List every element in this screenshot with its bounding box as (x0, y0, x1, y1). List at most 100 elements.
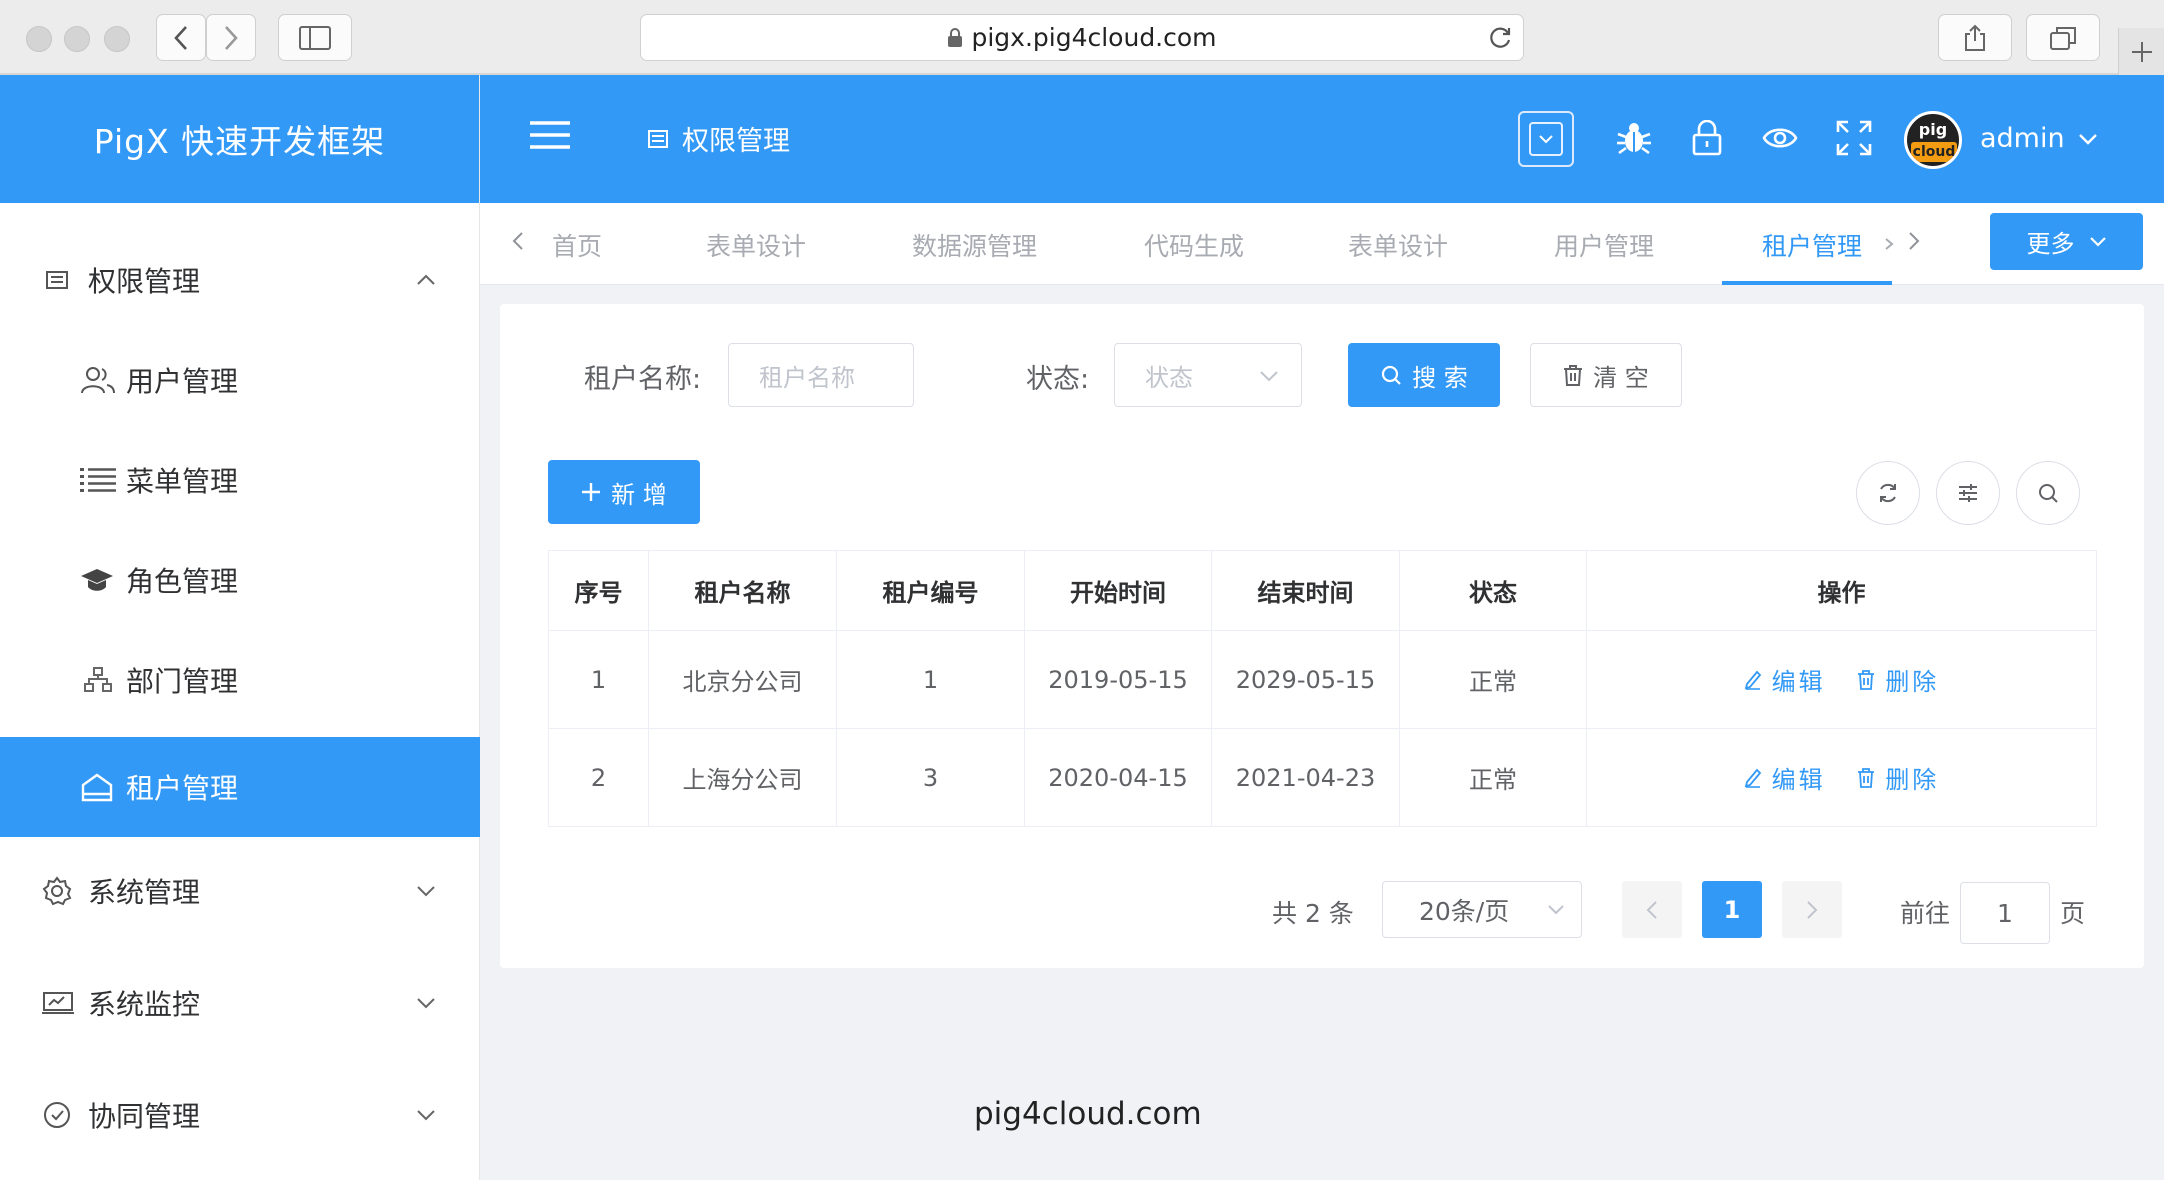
edit-button[interactable]: 编辑 (1744, 662, 1826, 697)
prev-page-button[interactable] (1622, 881, 1682, 938)
cell-actions: 编辑 删除 (1586, 630, 2097, 729)
plus-icon (582, 483, 601, 501)
goto-page-input[interactable]: 1 (1960, 882, 2050, 944)
tab-scroll-right-icon[interactable] (1908, 231, 1920, 251)
avatar-text-bottom: cloud (1911, 142, 1957, 162)
new-tab-button[interactable] (2118, 28, 2164, 75)
trash-icon (1858, 669, 1875, 690)
tabs-bar: 首页 表单设计 数据源管理 代码生成 表单设计 用户管理 租户管理 (480, 203, 2164, 285)
back-button[interactable] (156, 14, 206, 61)
more-tabs-button[interactable]: 更多 (1990, 213, 2143, 270)
delete-label: 删除 (1885, 668, 1940, 696)
refresh-button[interactable] (1856, 461, 1920, 525)
tab-users[interactable]: 用户管理 (1554, 227, 1654, 263)
sidebar-item-menus[interactable]: 菜单管理 (0, 430, 480, 530)
sidebar-item-roles[interactable]: 角色管理 (0, 530, 480, 630)
user-name[interactable]: admin (1980, 123, 2065, 154)
sidebar-item-label: 用户管理 (126, 365, 239, 398)
search-button[interactable]: 搜 索 (1348, 343, 1500, 407)
sidebar-item-label: 部门管理 (126, 665, 239, 698)
sidebar-item-label: 协同管理 (88, 1100, 201, 1133)
search-toggle-button[interactable] (2016, 461, 2080, 525)
tab-tenants[interactable]: 租户管理 (1762, 227, 1862, 263)
delete-button[interactable]: 删除 (1857, 662, 1939, 697)
tenant-name-label: 租户名称: (584, 364, 702, 395)
close-window-icon[interactable] (26, 26, 52, 52)
avatar-text-top: pig (1918, 120, 1948, 139)
fullscreen-icon[interactable] (1836, 120, 1872, 156)
sidebar-item-users[interactable]: 用户管理 (0, 330, 480, 430)
url-text: pigx.pig4cloud.com (971, 23, 1217, 52)
edit-button[interactable]: 编辑 (1744, 760, 1826, 795)
chevron-down-icon (1548, 905, 1564, 915)
cell-no: 2 (548, 728, 649, 827)
minimize-window-icon[interactable] (64, 26, 90, 52)
page-number-current[interactable]: 1 (1702, 881, 1762, 938)
tenant-name-input[interactable]: 租户名称 (728, 343, 914, 407)
goto-label: 前往 (1900, 899, 1951, 928)
address-bar[interactable]: pigx.pig4cloud.com (640, 14, 1524, 61)
tab-code-gen[interactable]: 代码生成 (1144, 227, 1244, 263)
zoom-window-icon[interactable] (104, 26, 130, 52)
chevron-down-icon (416, 885, 436, 897)
page-size-select[interactable]: 20条/页 (1382, 881, 1582, 938)
page-size-value: 20条/页 (1419, 896, 1510, 926)
chevron-down-icon (416, 997, 436, 1009)
tab-form-design-2[interactable]: 表单设计 (1348, 227, 1448, 263)
permission-icon (46, 270, 68, 290)
reload-icon[interactable] (1487, 25, 1513, 51)
cell-actions: 编辑 删除 (1586, 728, 2097, 827)
next-page-button[interactable] (1782, 881, 1842, 938)
breadcrumb: 权限管理 (648, 119, 790, 158)
bug-icon[interactable] (1616, 120, 1652, 156)
sidebar: PigX 快速开发框架 权限管理 用户管理 菜单管理 角色管理 部门管理 租户管… (0, 75, 480, 1180)
search-icon (1382, 365, 1401, 385)
status-select[interactable]: 状态 (1114, 343, 1302, 407)
avatar[interactable]: pig cloud (1904, 111, 1962, 169)
app-logo-text: PigX 快速开发框架 (93, 122, 386, 161)
edit-label: 编辑 (1771, 668, 1826, 696)
tabs-overview-button[interactable] (2026, 14, 2100, 61)
add-tenant-button[interactable]: 新 增 (548, 460, 700, 524)
tab-form-design[interactable]: 表单设计 (706, 227, 806, 263)
app-logo[interactable]: PigX 快速开发框架 (0, 75, 479, 203)
column-settings-button[interactable] (1936, 461, 2000, 525)
share-icon (1965, 24, 1985, 51)
sidebar-item-system[interactable]: 系统管理 (0, 841, 480, 941)
sidebar-toggle-button[interactable] (278, 14, 352, 61)
forward-button[interactable] (206, 14, 256, 61)
edit-label: 编辑 (1771, 766, 1826, 794)
eye-icon[interactable] (1762, 120, 1798, 156)
sidebar-item-monitor[interactable]: 系统监控 (0, 953, 480, 1053)
delete-button[interactable]: 删除 (1857, 760, 1939, 795)
sidebar-item-label: 权限管理 (88, 265, 201, 298)
cell-status: 正常 (1399, 630, 1587, 729)
sidebar-item-tenants[interactable]: 租户管理 (0, 737, 480, 837)
sidebar-item-departments[interactable]: 部门管理 (0, 630, 480, 730)
tab-home[interactable]: 首页 (552, 227, 602, 263)
users-icon (80, 365, 116, 395)
tab-scroll-left-icon[interactable] (512, 231, 524, 251)
chevron-down-icon (416, 1109, 436, 1121)
permission-icon (648, 129, 668, 148)
dropdown-toggle-button[interactable] (1518, 111, 1574, 167)
chevron-down-icon[interactable] (2078, 133, 2098, 145)
lock-icon[interactable] (1692, 120, 1722, 156)
tab-close-icon[interactable] (1884, 237, 1894, 251)
breadcrumb-text: 权限管理 (682, 126, 790, 157)
tab-datasource[interactable]: 数据源管理 (912, 227, 1037, 263)
cell-end: 2029-05-15 (1211, 630, 1400, 729)
share-button[interactable] (1938, 14, 2012, 61)
status-label: 状态: (1026, 364, 1090, 395)
hamburger-icon[interactable] (530, 120, 570, 150)
column-header: 序号 (548, 550, 649, 631)
chevron-right-icon (1807, 900, 1818, 919)
sidebar-item-collaboration[interactable]: 协同管理 (0, 1065, 480, 1165)
clear-button[interactable]: 清 空 (1530, 343, 1682, 407)
sidebar-item-permissions[interactable]: 权限管理 (0, 230, 480, 330)
clear-label: 清 空 (1593, 363, 1649, 392)
column-header: 开始时间 (1024, 550, 1212, 631)
table-header-row: 序号 租户名称 租户编号 开始时间 结束时间 状态 操作 (548, 550, 2097, 631)
cell-no: 1 (548, 630, 649, 729)
delete-label: 删除 (1885, 766, 1940, 794)
